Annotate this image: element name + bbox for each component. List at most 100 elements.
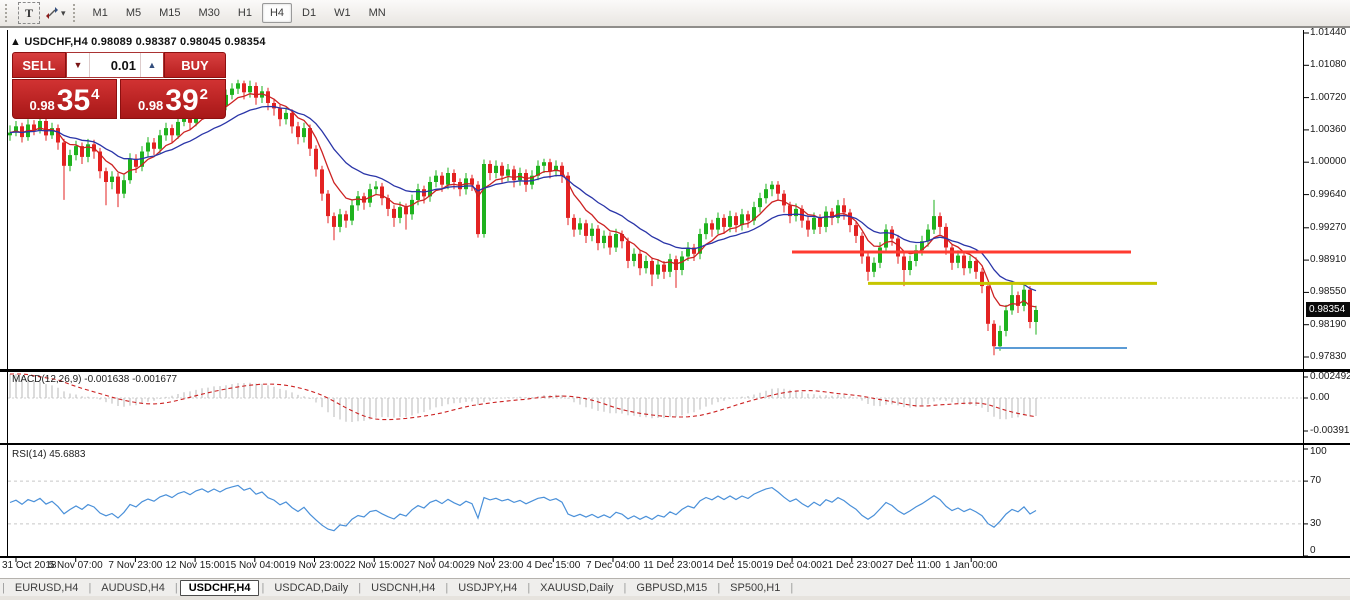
price-tick: 0.99270 <box>1310 221 1347 233</box>
toolbar-grip[interactable] <box>5 4 11 22</box>
tab-separator: | <box>358 582 362 594</box>
timeframe-button-m30[interactable]: M30 <box>191 3 228 23</box>
macd-values: -0.001638 -0.001677 <box>84 374 178 385</box>
time-tick: 19 Dec 04:00 <box>762 560 822 571</box>
rsi-tick: 30 <box>1310 517 1322 529</box>
macd-tick: 0.002492 <box>1310 370 1350 382</box>
timeframe-button-d1[interactable]: D1 <box>294 3 324 23</box>
toolbar-separator <box>72 4 79 22</box>
macd-label: MACD(12,26,9) -0.001638 -0.001677 <box>12 374 178 385</box>
arrange-arrows-icon <box>46 7 58 19</box>
tab-separator: | <box>445 582 449 594</box>
sell-price-pip: 4 <box>91 86 100 103</box>
tab-separator: | <box>623 582 627 594</box>
rsi-label: RSI(14) 45.6883 <box>12 449 86 460</box>
chart-header: ▲ USDCHF,H4 0.98089 0.98387 0.98045 0.98… <box>10 36 266 48</box>
price-tick: 1.01440 <box>1310 27 1347 38</box>
time-tick: 1 Jan 00:00 <box>945 560 998 571</box>
time-tick: 7 Nov 23:00 <box>108 560 163 571</box>
ohlc-low: 0.98045 <box>180 36 222 48</box>
buy-price-big: 39 <box>165 84 199 117</box>
tab-sp500-h1[interactable]: SP500,H1 <box>722 581 788 595</box>
volume-increase-button[interactable]: ▲ <box>140 53 163 77</box>
text-tool-button[interactable]: T <box>18 2 40 24</box>
time-tick: 14 Dec 15:00 <box>702 560 763 571</box>
buy-price-pip: 2 <box>199 86 209 103</box>
time-tick: 11 Dec 23:00 <box>643 560 703 571</box>
tab-eurusd-h4[interactable]: EURUSD,H4 <box>7 581 87 595</box>
price-tick: 0.98190 <box>1310 318 1347 330</box>
ohlc-open: 0.98089 <box>91 36 133 48</box>
mt4-window: { "toolbar": { "text_tool_label": "T", "… <box>0 0 1350 600</box>
time-tick: 27 Dec 11:00 <box>882 560 941 571</box>
one-click-trade-panel: SELL ▼ 0.01 ▲ BUY 0.98 35 4 0.98 39 2 <box>12 52 226 119</box>
macd-tick: -0.003913 <box>1310 424 1350 436</box>
macd-tick: 0.00 <box>1310 392 1330 403</box>
timeframe-button-m1[interactable]: M1 <box>85 3 116 23</box>
chevron-down-icon[interactable]: ▾ <box>61 8 66 19</box>
rsi-tick: 70 <box>1310 475 1322 487</box>
price-tick: 0.97830 <box>1310 351 1347 362</box>
timeframe-button-m15[interactable]: M15 <box>151 3 188 23</box>
tab-usdcnh-h4[interactable]: USDCNH,H4 <box>363 581 443 595</box>
price-tick: 0.98550 <box>1310 286 1347 298</box>
sell-price-prefix: 0.98 <box>29 98 55 113</box>
sell-button[interactable]: SELL <box>12 52 66 78</box>
price-tick: 1.01080 <box>1310 59 1347 71</box>
time-tick: 5 Nov 07:00 <box>48 560 103 571</box>
tab-separator: | <box>261 582 265 594</box>
buy-button[interactable]: BUY <box>164 52 226 78</box>
tab-usdcad-daily[interactable]: USDCAD,Daily <box>266 581 356 595</box>
time-tick: 22 Nov 15:00 <box>344 560 404 571</box>
rsi-tick: 0 <box>1310 545 1316 556</box>
timeframe-button-h1[interactable]: H1 <box>230 3 260 23</box>
time-tick: 4 Dec 15:00 <box>526 560 581 571</box>
tab-separator: | <box>88 582 92 594</box>
timeframe-buttons: M1 M5 M15 M30 H1 H4 D1 W1 MN <box>84 3 395 23</box>
tab-gbpusd-m15[interactable]: GBPUSD,M15 <box>628 581 715 595</box>
timeframe-button-h4[interactable]: H4 <box>261 3 293 23</box>
status-strip <box>0 596 1350 600</box>
price-tick: 0.99640 <box>1310 188 1347 200</box>
time-tick: 15 Nov 04:00 <box>225 560 285 571</box>
sell-price-button[interactable]: 0.98 35 4 <box>12 79 117 119</box>
ohlc-high: 0.98387 <box>135 36 177 48</box>
timeframe-button-mn[interactable]: MN <box>361 3 394 23</box>
timeframe-button-w1[interactable]: W1 <box>326 3 359 23</box>
price-tick: 1.00360 <box>1310 123 1347 135</box>
sell-price-big: 35 <box>56 84 91 117</box>
collapse-panel-icon[interactable]: ▲ <box>10 36 21 48</box>
tab-separator: | <box>174 582 178 594</box>
buy-price-prefix: 0.98 <box>137 98 164 113</box>
time-tick: 21 Dec 23:00 <box>822 560 882 571</box>
time-tick: 12 Nov 15:00 <box>165 560 225 571</box>
tab-separator: | <box>717 582 721 594</box>
rsi-value: 45.6883 <box>49 449 86 460</box>
time-tick: 29 Nov 23:00 <box>463 560 524 571</box>
arrange-arrows-button[interactable]: ▾ <box>44 3 66 23</box>
time-tick: 27 Nov 04:00 <box>404 560 464 571</box>
price-tick: 1.00720 <box>1310 91 1347 103</box>
volume-decrease-button[interactable]: ▼ <box>67 53 90 77</box>
tab-separator: | <box>527 582 531 594</box>
price-tick: 1.00000 <box>1310 156 1347 168</box>
tab-separator: | <box>790 582 794 594</box>
time-tick: 19 Nov 23:00 <box>284 560 345 571</box>
price-tick: 0.98910 <box>1310 254 1347 266</box>
chart-symbol-period: USDCHF,H4 <box>24 36 88 48</box>
tab-usdchf-h4[interactable]: USDCHF,H4 <box>179 580 260 596</box>
time-tick: 7 Dec 04:00 <box>586 560 640 571</box>
volume-input[interactable]: 0.01 <box>90 53 140 77</box>
toolbar: T ▾ M1 M5 M15 M30 H1 H4 D1 W1 MN <box>0 0 1350 28</box>
volume-stepper: ▼ 0.01 ▲ <box>66 52 164 78</box>
current-price-tag: 0.98354 <box>1306 302 1350 317</box>
ohlc-close: 0.98354 <box>224 36 266 48</box>
chart-tab-bar: | EURUSD,H4 | AUDUSD,H4 | USDCHF,H4 | USDCAD,Da… <box>0 578 1350 597</box>
tab-audusd-h4[interactable]: AUDUSD,H4 <box>93 581 173 595</box>
timeframe-button-m5[interactable]: M5 <box>118 3 149 23</box>
tab-xauusd-daily[interactable]: XAUUSD,Daily <box>532 581 621 595</box>
tab-usdjpy-h4[interactable]: USDJPY,H4 <box>450 581 525 595</box>
tab-separator: | <box>2 582 5 594</box>
rsi-tick: 100 <box>1310 446 1327 457</box>
buy-price-button[interactable]: 0.98 39 2 <box>120 79 226 119</box>
